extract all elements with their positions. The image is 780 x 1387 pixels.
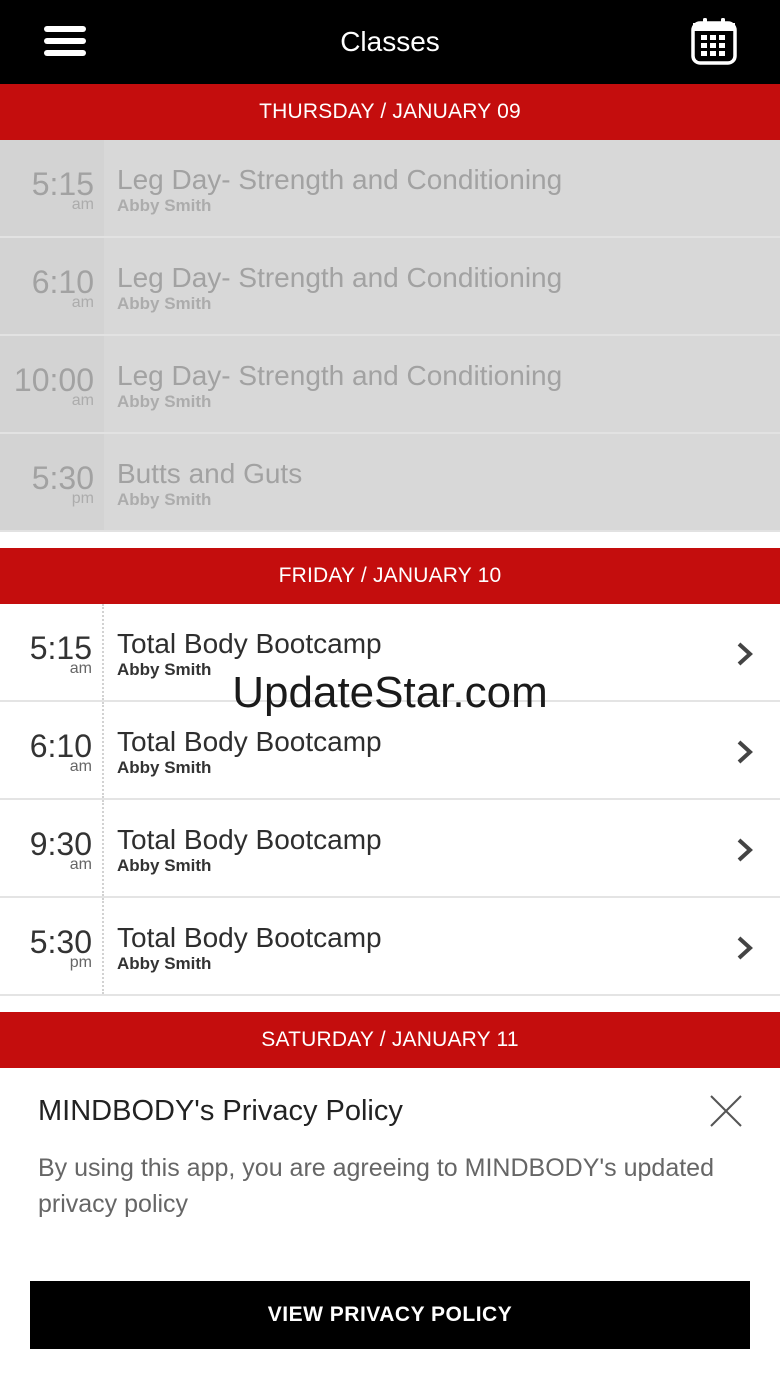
chevron-right-icon[interactable] [734, 739, 756, 765]
day-header: FRIDAY / JANUARY 10 [0, 548, 780, 604]
instructor-name: Abby Smith [117, 196, 212, 215]
class-name: Butts and Guts [117, 458, 303, 489]
privacy-body: By using this app, you are agreeing to M… [38, 1154, 714, 1218]
class-ampm: am [71, 196, 94, 213]
chevron-right-icon[interactable] [734, 935, 756, 961]
instructor-name: Abby Smith [117, 758, 212, 777]
class-name: Total Body Bootcamp [117, 726, 382, 757]
class-row[interactable]: 6:10 am Leg Day- Strength and Conditioni… [0, 238, 780, 336]
class-ampm: am [71, 392, 94, 409]
class-row[interactable]: 5:15 am Leg Day- Strength and Conditioni… [0, 140, 780, 238]
top-bar: Classes [0, 0, 780, 84]
time-column: 5:30 pm [0, 898, 104, 994]
class-name: Total Body Bootcamp [117, 628, 382, 659]
class-ampm: am [71, 294, 94, 311]
time-column: 5:30 pm [0, 434, 104, 530]
calendar-icon[interactable] [690, 16, 738, 66]
day-header: THURSDAY / JANUARY 09 [0, 84, 780, 140]
day-header: SATURDAY / JANUARY 11 [0, 1012, 780, 1068]
class-row[interactable]: 5:30 pm Total Body Bootcamp Abby Smith [0, 898, 780, 996]
instructor-name: Abby Smith [117, 856, 212, 875]
class-ampm: pm [69, 954, 92, 971]
class-schedule-list[interactable]: THURSDAY / JANUARY 09 5:15 am Leg Day- S… [0, 84, 780, 1068]
instructor-name: Abby Smith [117, 490, 212, 509]
section-gap [0, 532, 780, 548]
chevron-right-icon[interactable] [734, 641, 756, 667]
class-ampm: am [69, 758, 92, 775]
view-privacy-policy-button[interactable]: VIEW PRIVACY POLICY [30, 1281, 750, 1349]
day-section-thursday: 5:15 am Leg Day- Strength and Conditioni… [0, 140, 780, 532]
time-column: 6:10 am [0, 238, 104, 334]
class-name: Total Body Bootcamp [117, 922, 382, 953]
privacy-policy-banner: MINDBODY's Privacy Policy By using this … [0, 1070, 780, 1387]
privacy-title: MINDBODY's Privacy Policy [38, 1095, 403, 1127]
time-column: 10:00 am [0, 336, 104, 432]
class-name: Leg Day- Strength and Conditioning [117, 164, 563, 195]
watermark: UpdateStar.com [232, 668, 548, 717]
page-title: Classes [340, 26, 440, 57]
class-name: Total Body Bootcamp [117, 824, 382, 855]
day-section-friday: 5:15 am Total Body Bootcamp Abby Smith 6… [0, 604, 780, 996]
time-column: 9:30 am [0, 800, 104, 896]
class-row[interactable]: 10:00 am Leg Day- Strength and Condition… [0, 336, 780, 434]
class-row[interactable]: 9:30 am Total Body Bootcamp Abby Smith [0, 800, 780, 898]
section-gap [0, 996, 780, 1012]
time-column: 5:15 am [0, 140, 104, 236]
instructor-name: Abby Smith [117, 392, 212, 411]
class-ampm: am [69, 856, 92, 873]
class-row[interactable]: 5:30 pm Butts and Guts Abby Smith [0, 434, 780, 532]
class-name: Leg Day- Strength and Conditioning [117, 262, 563, 293]
instructor-name: Abby Smith [117, 954, 212, 973]
chevron-right-icon[interactable] [734, 837, 756, 863]
class-ampm: pm [71, 490, 94, 507]
class-name: Leg Day- Strength and Conditioning [117, 360, 563, 391]
instructor-name: Abby Smith [117, 294, 212, 313]
close-icon[interactable] [708, 1093, 744, 1129]
